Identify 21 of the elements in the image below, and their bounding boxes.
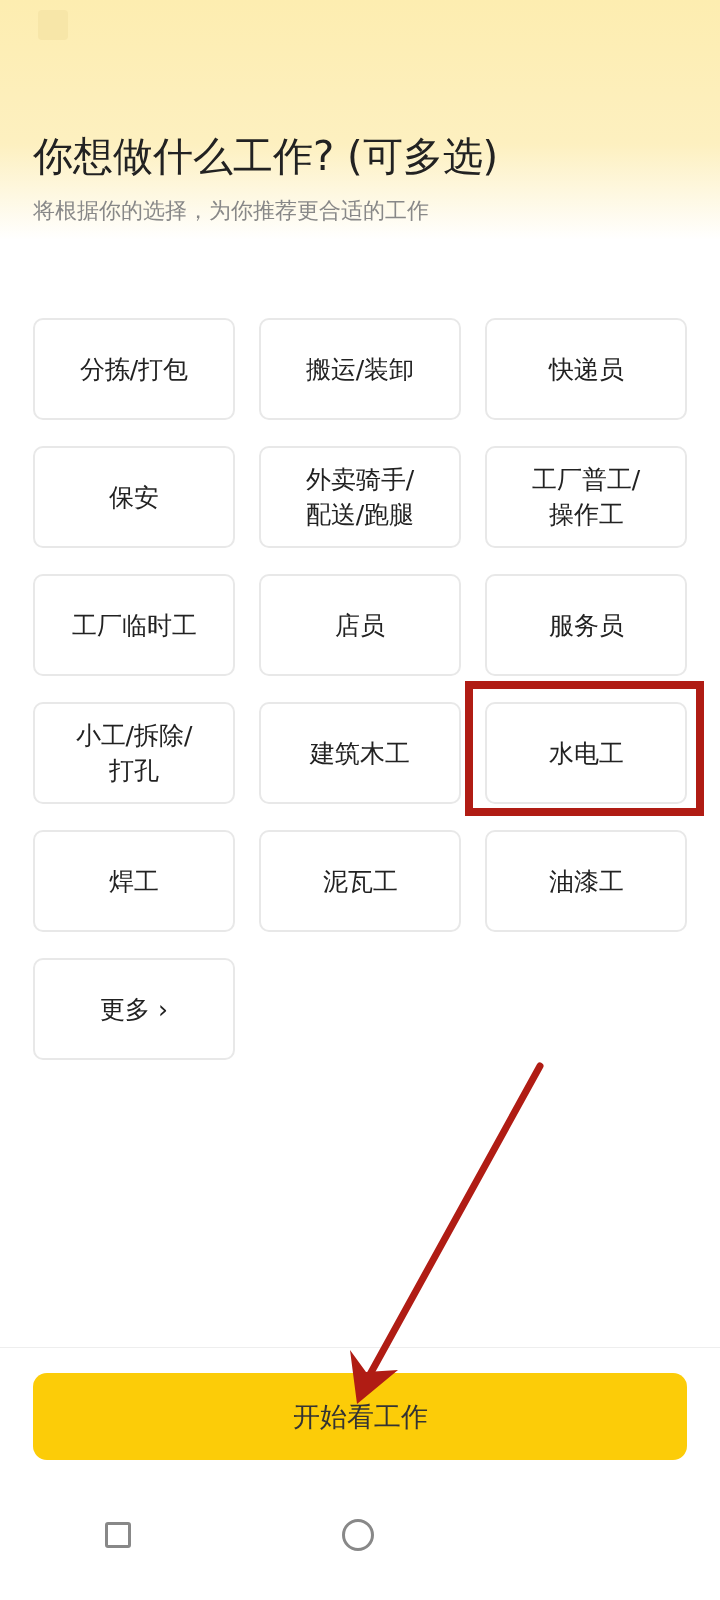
job-option[interactable]: 服务员 [485, 574, 687, 676]
job-option[interactable]: 工厂普工/ 操作工 [485, 446, 687, 548]
job-option[interactable]: 更多 › [33, 958, 235, 1060]
job-option[interactable]: 水电工 [485, 702, 687, 804]
job-option[interactable]: 店员 [259, 574, 461, 676]
job-option[interactable]: 建筑木工 [259, 702, 461, 804]
job-option[interactable]: 油漆工 [485, 830, 687, 932]
job-option[interactable]: 泥瓦工 [259, 830, 461, 932]
job-option[interactable]: 保安 [33, 446, 235, 548]
home-icon[interactable] [342, 1519, 374, 1551]
job-option[interactable]: 焊工 [33, 830, 235, 932]
job-option[interactable]: 搬运/装卸 [259, 318, 461, 420]
job-option[interactable]: 小工/拆除/ 打孔 [33, 702, 235, 804]
job-option[interactable]: 快递员 [485, 318, 687, 420]
job-option[interactable]: 分拣/打包 [33, 318, 235, 420]
start-button[interactable]: 开始看工作 [33, 1373, 687, 1460]
job-option[interactable]: 外卖骑手/ 配送/跑腿 [259, 446, 461, 548]
page-subtitle: 将根据你的选择，为你推荐更合适的工作 [33, 197, 430, 225]
page-title: 你想做什么工作? (可多选) [33, 132, 500, 180]
job-option[interactable]: 工厂临时工 [33, 574, 235, 676]
recents-icon[interactable] [105, 1522, 132, 1548]
